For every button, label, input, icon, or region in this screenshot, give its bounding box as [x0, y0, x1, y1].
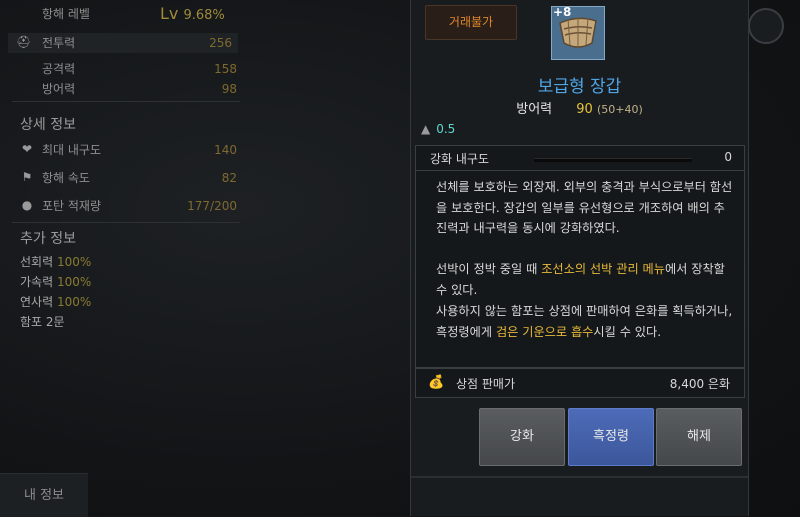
stat-value: 177/200 [187, 199, 237, 213]
max-durability-row: ❤ 최대 내구도 140 [20, 140, 245, 160]
durability-label: 강화 내구도 [430, 152, 490, 166]
description-text: 선체를 보호하는 외장재. 외부의 충격과 부식으로부터 함선을 보호한다. 장… [436, 180, 733, 235]
black-energy-highlight: 검은 기운으로 흡수 [495, 324, 594, 339]
enhance-level: +8 [553, 5, 572, 19]
extra-info-title: 추가 정보 [20, 231, 76, 247]
stat-label: 공격력 [42, 62, 76, 76]
stat-value: 158 [214, 62, 237, 76]
defense-stat: 방어력 90 (50+40) [516, 102, 643, 117]
defense-row: 방어력 98 [20, 79, 245, 99]
shipyard-menu-highlight: 조선소의 선박 관리 메뉴 [541, 262, 665, 276]
my-info-button[interactable]: 내 정보 [0, 473, 88, 517]
sailing-level-label: 항해 레벨 [42, 7, 90, 21]
stat-value: 98 [221, 82, 237, 96]
detail-info-title: 상세 정보 [20, 117, 76, 133]
sell-price-label: 상점 판매가 [456, 377, 516, 391]
sailing-level-value: Lv 9.68% [160, 4, 225, 23]
money-bag-icon: 💰 [428, 375, 445, 390]
shield-heart-icon: ❤ [21, 142, 33, 156]
combat-power-row: ⛑ 전투력 256 [8, 33, 238, 53]
helmet-icon: ⛑ [16, 35, 32, 49]
durability-value: 0 [724, 150, 732, 164]
stat-label: 항해 속도 [42, 171, 90, 185]
description-sell-text: 사용하지 않는 함포는 상점에 판매하여 은화를 획득하거나, 흑정령에게 검은… [436, 304, 733, 339]
attack-row: 공격력 158 [20, 59, 245, 79]
acceleration-row: 가속력 100% [20, 275, 92, 289]
sell-price-value: 8,400 은화 [669, 377, 730, 391]
acceleration-value: 100% [56, 275, 92, 289]
stat-label: 전투력 [42, 36, 76, 50]
unequip-button[interactable]: 해제 [656, 408, 742, 466]
item-icon-slot[interactable]: +8 [551, 5, 605, 60]
defense-value: 90 [576, 102, 593, 117]
stat-value: 82 [221, 171, 237, 185]
durability-bar [534, 158, 692, 162]
defense-detail: (50+40) [596, 103, 643, 116]
weight-icon: ▲ [421, 122, 431, 136]
enhance-button[interactable]: 강화 [479, 408, 565, 466]
flag-icon: ⚑ [21, 170, 33, 184]
cannonball-icon: ● [21, 198, 33, 212]
ship-stats-panel: 항해 레벨 Lv 9.68% ⛑ 전투력 256 공격력 158 방어력 98 … [0, 0, 400, 517]
stat-label: 최대 내구도 [42, 143, 102, 157]
fire-rate-row: 연사력 100% [20, 295, 92, 309]
stat-label: 방어력 [42, 82, 76, 96]
fire-rate-value: 100% [56, 295, 92, 309]
description-equip-text: 선박이 정박 중일 때 조선소의 선박 관리 메뉴에서 장착할 수 있다. [436, 262, 725, 297]
item-description: 선체를 보호하는 외장재. 외부의 충격과 부식으로부터 함선을 보호한다. 장… [415, 170, 745, 368]
divider [12, 101, 240, 102]
turning-row: 선회력 100% [20, 255, 92, 269]
cannon-count-row: 함포 2문 [20, 315, 65, 329]
stat-value: 256 [209, 36, 232, 50]
item-tooltip: 거래불가 +8 보급형 장갑 방어력 90 (50+40) ▲ 0.5 강화 내구… [410, 0, 749, 516]
hull-armor-icon [559, 17, 597, 48]
untradable-badge: 거래불가 [425, 5, 517, 40]
tooltip-bottom-edge [411, 476, 748, 478]
divider [12, 222, 240, 223]
stat-label: 포탄 적재량 [42, 199, 102, 213]
item-name: 보급형 장갑 [537, 77, 622, 97]
black-spirit-button[interactable]: 흑정령 [568, 408, 654, 466]
item-weight: ▲ 0.5 [421, 122, 456, 136]
compass-icon [748, 8, 784, 44]
sell-price-box: 💰 상점 판매가 8,400 은화 [415, 368, 745, 398]
turning-value: 100% [56, 255, 92, 269]
enhance-durability-box: 강화 내구도 0 [415, 145, 745, 171]
sailing-speed-row: ⚑ 항해 속도 82 [20, 168, 245, 188]
cannonball-capacity-row: ● 포탄 적재량 177/200 [20, 196, 245, 216]
stat-value: 140 [214, 143, 237, 157]
